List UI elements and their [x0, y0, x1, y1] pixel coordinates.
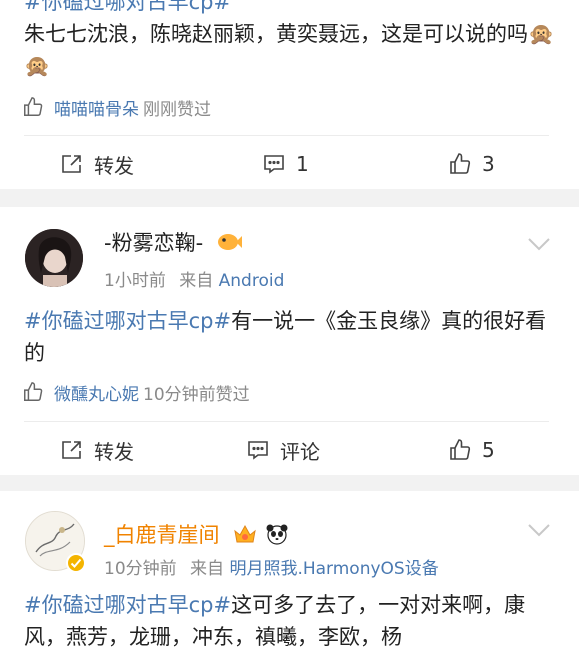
- repost-icon: [62, 441, 81, 459]
- post-card-1: #你磕过哪对古早cp# 朱七七沈浪，陈晓赵丽颖，黄奕聂远，这是可以说的吗🙊🙊 喵…: [0, 0, 579, 189]
- post-2-topic-link[interactable]: #你磕过哪对古早cp#: [24, 309, 231, 333]
- like-count: 3: [482, 152, 495, 176]
- comment-icon: [248, 441, 268, 460]
- repost-button[interactable]: 转发: [60, 141, 134, 187]
- repost-icon: [62, 155, 81, 173]
- thumb-up-icon: [24, 97, 43, 116]
- post-3-username[interactable]: _白鹿青崖间: [104, 523, 220, 547]
- post-2-username[interactable]: -粉雾恋鞠-: [104, 231, 203, 255]
- post-3-source[interactable]: 明月照我.HarmonyOS设备: [229, 559, 438, 579]
- post-2-text-block: #你磕过哪对古早cp#有一说一《金玉良缘》真的很好看的: [24, 305, 555, 369]
- post-card-3: _白鹿青崖间 10分钟前 来自 明月照我.HarmonyOS设备 #你磕过哪对古…: [0, 491, 579, 654]
- post-1-text-block: #你磕过哪对古早cp# 朱七七沈浪，陈晓赵丽颖，黄奕聂远，这是可以说的吗🙊🙊: [24, 0, 555, 82]
- divider: [24, 421, 549, 422]
- post-2-time: 1小时前: [104, 271, 166, 291]
- repost-label: 转发: [94, 439, 134, 464]
- chevron-down-icon[interactable]: [527, 237, 551, 251]
- comment-button[interactable]: 评论: [246, 427, 320, 473]
- post-3-from: 来自: [190, 559, 225, 579]
- thumb-up-icon: [450, 153, 471, 174]
- thumb-up-icon: [450, 439, 471, 460]
- post-card-2: -粉雾恋鞠- 1小时前 来自 Android #你磕过哪对古早cp#有一说一《金…: [0, 207, 579, 475]
- fish-emoji-icon: [217, 234, 242, 250]
- like-button[interactable]: 3: [448, 141, 495, 187]
- avatar[interactable]: [25, 229, 83, 287]
- divider: [24, 135, 549, 136]
- post-1-actions: 转发 1 3: [0, 141, 579, 187]
- comment-icon: [264, 155, 284, 174]
- comment-count: 1: [296, 152, 309, 176]
- repost-label: 转发: [94, 153, 134, 178]
- post-2-liked-meta: 10分钟前赞过: [143, 384, 250, 405]
- post-2-source[interactable]: Android: [219, 271, 285, 291]
- repost-button[interactable]: 转发: [60, 427, 134, 473]
- post-2-meta: 1小时前 来自 Android: [104, 266, 284, 291]
- post-1-liked-row: 喵喵喵骨朵 刚刚赞过: [22, 93, 211, 121]
- like-count: 5: [482, 438, 495, 462]
- post-3-username-row: _白鹿青崖间: [104, 519, 289, 549]
- comment-label: 评论: [280, 439, 320, 464]
- post-2-liked-row: 微醺丸心妮 10分钟前赞过: [22, 378, 250, 406]
- post-3-time: 10分钟前: [104, 559, 177, 579]
- panda-emoji-icon: [266, 524, 288, 545]
- post-2-from: 来自: [179, 271, 214, 291]
- vip-crown-icon: [234, 524, 256, 543]
- post-1-topic-link[interactable]: #你磕过哪对古早cp#: [24, 0, 231, 14]
- comment-button[interactable]: 1: [262, 141, 309, 187]
- post-2-actions: 转发 评论 5: [0, 427, 579, 473]
- post-2-liked-by[interactable]: 微醺丸心妮: [54, 380, 139, 405]
- post-3-meta: 10分钟前 来自 明月照我.HarmonyOS设备: [104, 554, 439, 579]
- post-1-text: 朱七七沈浪，陈晓赵丽颖，黄奕聂远，这是可以说的吗🙊🙊: [24, 22, 555, 78]
- like-button[interactable]: 5: [448, 427, 495, 473]
- post-1-liked-meta: 刚刚赞过: [143, 99, 211, 120]
- post-3-text-block: #你磕过哪对古早cp#这可多了去了，一对对来啊，康风，燕芳，龙珊，冲东，禛曦，李…: [24, 589, 555, 653]
- verified-badge-icon: [66, 553, 86, 573]
- post-3-topic-link[interactable]: #你磕过哪对古早cp#: [24, 593, 231, 617]
- chevron-down-icon[interactable]: [527, 523, 551, 537]
- post-2-username-row: -粉雾恋鞠-: [104, 227, 242, 257]
- thumb-up-icon: [24, 382, 43, 401]
- post-1-liked-by[interactable]: 喵喵喵骨朵: [54, 95, 139, 120]
